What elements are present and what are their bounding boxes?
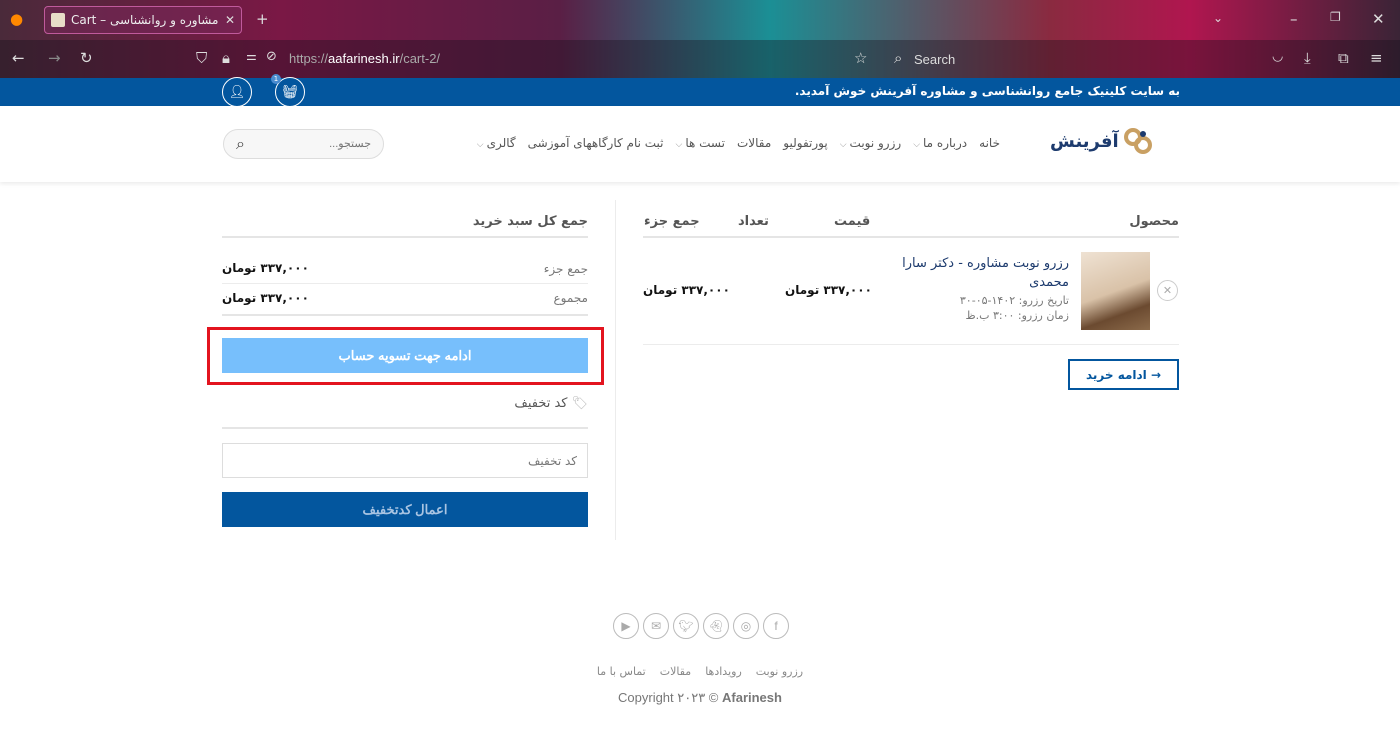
footer-link-booking[interactable]: رزرو نوبت <box>756 665 803 678</box>
product-name-link[interactable]: رزرو نوبت مشاوره - دکتر سارا محمدی <box>899 254 1069 292</box>
reload-icon[interactable]: ↻ <box>80 49 93 67</box>
bookmark-star-icon[interactable]: ☆ <box>854 49 867 67</box>
back-icon[interactable]: ← <box>12 49 25 67</box>
divider <box>222 314 588 316</box>
chevron-down-icon: ⌵ <box>913 140 921 150</box>
restore-icon[interactable]: ❐ <box>1330 10 1341 24</box>
site-logo[interactable]: آفرینش <box>1050 126 1153 156</box>
divider <box>643 236 1179 238</box>
nav-item-about[interactable]: درباره ما⌵ <box>913 136 967 150</box>
top-bar <box>0 78 1400 106</box>
nav-item-home[interactable]: خانه <box>979 136 1000 150</box>
address-toolbar <box>0 40 1400 78</box>
nav-item-articles[interactable]: مقالات <box>737 136 771 150</box>
coupon-heading: 🏷︎ کد تخفیف <box>514 396 588 411</box>
tab-title: Cart – آفرینش مشاوره و روانشناسی <box>71 13 219 27</box>
subtotal-label: جمع جزء <box>543 262 588 276</box>
instagram-icon[interactable]: ◎ <box>733 613 759 639</box>
shield-icon[interactable]: ⛉ <box>196 49 207 67</box>
logo-text: آفرینش <box>1050 130 1119 152</box>
nav-item-workshops[interactable]: ثبت نام کارگاههای آموزشی <box>528 136 664 150</box>
chevron-down-icon[interactable]: ⌄ <box>1213 11 1223 25</box>
url-field[interactable]: https://aafarinesh.ir/cart-2/ <box>289 51 440 66</box>
favicon-icon <box>51 13 65 27</box>
nav-item-gallery[interactable]: گالری⌵ <box>477 136 516 150</box>
subtotal-value: ۳۳۷,۰۰۰ تومان <box>222 261 309 275</box>
copyright: Copyright ۲۰۲۳ © Afarinesh <box>618 690 782 705</box>
search-icon[interactable]: ⌕ <box>236 134 245 154</box>
continue-shopping-button[interactable]: → ادامه خرید <box>1068 359 1179 390</box>
nav-item-booking[interactable]: رزرو نوبت⌵ <box>840 136 901 150</box>
remove-item-button[interactable]: ✕ <box>1157 280 1178 301</box>
booking-time: زمان رزرو: ۳:۰۰ ب.ظ <box>965 309 1069 322</box>
divider <box>222 283 588 284</box>
apply-coupon-button[interactable]: اعمال کدتخفیف <box>222 492 588 527</box>
divider <box>222 427 588 429</box>
permissions-icon[interactable]: ⚌ <box>246 49 257 63</box>
close-window-icon[interactable]: ✕ <box>1372 10 1385 28</box>
search-icon[interactable]: ⌕ <box>894 49 902 67</box>
footer-link-contact[interactable]: تماس با ما <box>597 665 646 678</box>
proceed-to-checkout-button[interactable]: ادامه جهت تسویه حساب <box>222 338 588 373</box>
search-input[interactable] <box>281 138 371 150</box>
download-icon[interactable]: ⤓ <box>1304 49 1311 67</box>
chevron-down-icon: ⌵ <box>839 140 847 150</box>
facebook-icon[interactable]: f <box>763 613 789 639</box>
column-header-price: قیمت <box>834 214 871 229</box>
close-tab-icon[interactable]: ✕ <box>225 13 235 27</box>
column-divider <box>615 200 616 540</box>
item-price: ۳۳۷,۰۰۰ تومان <box>785 283 872 297</box>
nav-item-portfolio[interactable]: پورتفولیو <box>783 136 827 150</box>
lock-icon[interactable]: 🔒︎ <box>222 49 230 67</box>
column-header-quantity: تعداد <box>738 214 769 229</box>
tag-icon: 🏷︎ <box>571 396 588 411</box>
email-icon[interactable]: ✉ <box>643 613 669 639</box>
coupon-code-input[interactable] <box>222 443 588 478</box>
item-subtotal: ۳۳۷,۰۰۰ تومان <box>643 283 730 297</box>
twitter-icon[interactable]: 🐦︎ <box>673 613 699 639</box>
tracking-blocked-icon[interactable]: ⊘ <box>266 49 277 64</box>
footer-link-articles[interactable]: مقالات <box>660 665 691 678</box>
browser-tab[interactable]: Cart – آفرینش مشاوره و روانشناسی ✕ <box>44 6 242 34</box>
footer-link-events[interactable]: رویدادها <box>705 665 742 678</box>
pocket-icon[interactable]: ◡ <box>1272 49 1283 64</box>
divider <box>643 344 1179 345</box>
youtube-icon[interactable]: ▶ <box>613 613 639 639</box>
close-icon: ✕ <box>1162 284 1173 297</box>
nav-item-tests[interactable]: تست ها⌵ <box>676 136 725 150</box>
account-button[interactable]: 👤︎ <box>222 77 252 107</box>
basket-icon: 🧺︎ <box>281 84 299 100</box>
snapchat-icon[interactable]: 👻︎ <box>703 613 729 639</box>
menu-icon[interactable]: ≡ <box>1370 49 1383 67</box>
welcome-message: به سایت کلینیک جامع روانشناسی و مشاوره آ… <box>794 84 1180 98</box>
minimize-icon[interactable]: – <box>1290 10 1298 28</box>
user-icon: 👤︎ <box>228 84 246 100</box>
browser-search-field[interactable]: Search <box>914 52 955 67</box>
total-value: ۳۳۷,۰۰۰ تومان <box>222 291 309 305</box>
site-search: ⌕ <box>223 129 384 159</box>
footer-links: رزرو نوبت رویدادها مقالات تماس با ما <box>560 665 840 678</box>
column-header-subtotal: جمع جزء <box>644 214 700 229</box>
total-label: مجموع <box>553 291 588 305</box>
divider <box>222 236 588 238</box>
logo-mark-icon <box>1123 128 1152 154</box>
extensions-icon[interactable]: ⧉ <box>1338 49 1349 67</box>
booking-date: تاریخ رزرو: ۱۴۰۲-۰۵-۳۰ <box>959 294 1069 307</box>
chevron-down-icon: ⌵ <box>675 140 683 150</box>
cart-count-badge: 1 <box>271 74 281 84</box>
column-header-product: محصول <box>1129 214 1179 229</box>
new-tab-icon[interactable]: + <box>256 10 269 28</box>
firefox-icon[interactable]: ● <box>10 10 23 28</box>
cart-totals-title: جمع کل سبد خرید <box>472 214 588 229</box>
product-image[interactable] <box>1081 252 1150 330</box>
forward-icon[interactable]: → <box>48 49 61 67</box>
main-nav: خانه درباره ما⌵ رزرو نوبت⌵ پورتفولیو مقا… <box>477 136 1000 150</box>
chevron-down-icon: ⌵ <box>476 140 484 150</box>
